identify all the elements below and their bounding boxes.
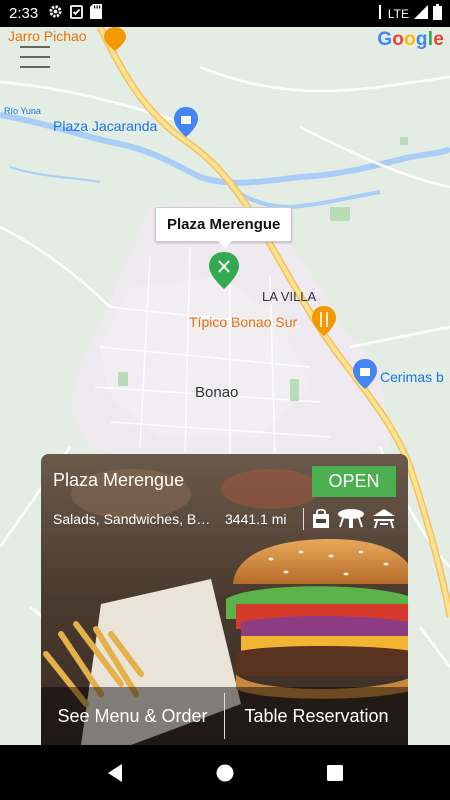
recents-button[interactable] [320,758,350,788]
recents-square-icon [327,764,343,781]
system-nav-bar [0,745,450,800]
dine-in-table-icon [337,507,365,534]
network-type: LTE [387,6,409,21]
menu-button[interactable] [20,46,50,74]
back-triangle-icon [108,763,122,782]
wifi-icon [377,5,383,22]
takeout-bag-icon [311,507,331,534]
info-divider [303,508,304,530]
home-circle-icon [216,764,234,781]
sd-card-icon [90,3,103,24]
card-action-bar: See Menu & Order Table Reservation [41,687,408,745]
marker-callout[interactable]: Plaza Merengue [155,207,293,248]
restaurant-distance: 3441.1 mi [225,511,287,527]
home-button[interactable] [210,758,240,788]
hamburger-line [20,56,50,58]
open-status-badge: OPEN [312,466,396,497]
map-label-rio-yuna: Río Yuna [4,106,41,116]
google-logo: Google [377,29,444,50]
status-time: 2:33 [9,5,39,22]
map-label-jarro-pichao: Jarro Pichao [8,28,87,44]
map-label-plaza-jacaranda: Plaza Jacaranda [53,118,158,134]
back-button[interactable] [100,758,130,788]
battery-icon [433,4,442,23]
gear-icon [48,4,63,24]
map-label-la-villa: LA VILLA [262,289,317,304]
status-bar: 2:33 LTE [0,0,450,27]
map-label-tipico-bonao-sur: Típico Bonao Sur [189,314,298,330]
hamburger-line [20,66,50,68]
restaurant-card[interactable]: Plaza Merengue OPEN Salads, Sandwiches, … [41,454,408,745]
clipboard-check-icon [70,4,84,24]
map-label-cerimas: Cerimas b [380,369,444,385]
outdoor-seating-icon [371,507,397,534]
see-menu-order-button[interactable]: See Menu & Order [41,687,224,745]
restaurant-name: Plaza Merengue [53,470,185,490]
hamburger-icon [20,46,50,48]
table-reservation-button[interactable]: Table Reservation [225,687,408,745]
restaurant-categories: Salads, Sandwiches, Burgers [53,511,213,527]
map-label-bonao: Bonao [195,384,239,401]
signal-icon [414,5,428,22]
